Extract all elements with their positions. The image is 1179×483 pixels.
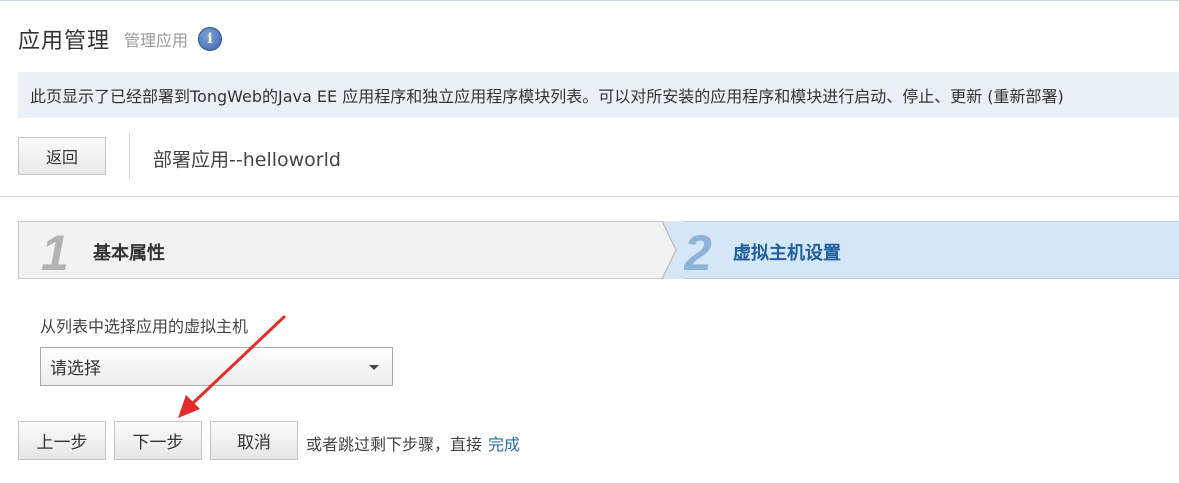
chevron-down-icon	[369, 365, 379, 370]
finish-link[interactable]: 完成	[488, 435, 520, 454]
step-label-2: 虚拟主机设置	[733, 243, 841, 264]
select-value: 请选择	[50, 359, 101, 379]
description-text: 此页显示了已经部署到TongWeb的Java EE 应用程序和独立应用程序模块列…	[30, 87, 1064, 106]
section-divider	[0, 196, 1179, 197]
step-label-1: 基本属性	[93, 243, 165, 264]
page-subtitle: 管理应用	[124, 31, 189, 50]
description-bar: 此页显示了已经部署到TongWeb的Java EE 应用程序和独立应用程序模块列…	[18, 72, 1179, 118]
step-number-1: 1	[41, 225, 69, 281]
skip-text: 或者跳过剩下步骤，直接	[306, 435, 483, 454]
top-border	[0, 0, 1179, 1]
wizard-step-virtual-host[interactable]: 2 虚拟主机设置	[662, 221, 1179, 281]
virtual-host-select[interactable]: 请选择	[40, 347, 393, 386]
cancel-button[interactable]: 取消	[210, 421, 298, 460]
toolbar-divider	[129, 133, 130, 179]
page-title: 应用管理	[18, 29, 111, 54]
wizard-steps: 1 基本属性 2 虚拟主机设置	[18, 221, 1179, 281]
wizard-step-basic[interactable]: 1 基本属性	[18, 221, 678, 281]
step-number-2: 2	[684, 225, 712, 281]
page-header: 应用管理 管理应用 i	[18, 22, 223, 56]
info-icon[interactable]: i	[198, 27, 223, 51]
step-chevron-icon	[658, 221, 684, 279]
skip-hint: 或者跳过剩下步骤，直接 完成	[306, 431, 520, 455]
back-button[interactable]: 返回	[18, 137, 106, 175]
virtual-host-label: 从列表中选择应用的虚拟主机	[40, 317, 249, 336]
deploy-title: 部署应用--helloworld	[153, 149, 341, 171]
prev-step-button[interactable]: 上一步	[18, 421, 106, 460]
next-step-button[interactable]: 下一步	[114, 421, 202, 460]
